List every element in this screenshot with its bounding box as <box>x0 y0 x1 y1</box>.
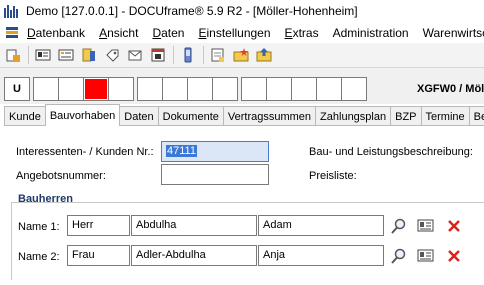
folder-arrow-icon[interactable] <box>255 46 273 64</box>
angebot-label: Angebotsnummer: <box>16 170 106 182</box>
status-slot[interactable] <box>212 77 238 101</box>
note-icon[interactable] <box>209 46 227 64</box>
status-slots: U <box>4 77 367 101</box>
new-doc-icon[interactable] <box>4 46 22 64</box>
status-slot[interactable] <box>33 77 59 101</box>
status-slot[interactable] <box>137 77 163 101</box>
toolbar-separator <box>28 46 29 64</box>
name2-nachname-field[interactable]: Adler-Abdulha <box>131 245 257 266</box>
name2-anrede-field[interactable]: Frau <box>67 245 130 266</box>
name1-vorname-field[interactable]: Adam <box>258 215 384 236</box>
name1-anrede-field[interactable]: Herr <box>67 215 130 236</box>
name1-label: Name 1: <box>18 221 60 233</box>
menu-einstellungen-label: instellungen <box>206 25 271 40</box>
interessenten-value: 47111 <box>166 145 197 157</box>
tab-beteiligte[interactable]: Bete <box>468 106 484 126</box>
status-slot[interactable] <box>187 77 213 101</box>
card-icon[interactable] <box>34 46 52 64</box>
menu-warenwirtschaft[interactable]: Warenwirtsc <box>423 26 484 40</box>
toolbar-separator <box>173 46 174 64</box>
menu-administration[interactable]: Administration <box>333 26 409 40</box>
menu-extras[interactable]: Extras <box>285 26 319 40</box>
name1-nachname-field[interactable]: Abdulha <box>131 215 257 236</box>
folder-star-icon[interactable] <box>232 46 250 64</box>
window-title: Demo [127.0.0.1] - DOCUframe® 5.9 R2 - [… <box>26 4 358 18</box>
bauherren-group <box>11 202 484 280</box>
tab-bzp[interactable]: BZP <box>390 106 422 126</box>
status-slot[interactable] <box>291 77 317 101</box>
menu-ansicht[interactable]: Ansicht <box>99 26 138 40</box>
address-card-icon[interactable] <box>416 246 436 266</box>
status-row: U XGFW0 / Möll <box>0 68 484 104</box>
alert-indicator <box>85 79 107 99</box>
name2-label: Name 2: <box>18 251 60 263</box>
tab-zahlungsplan[interactable]: Zahlungsplan <box>315 106 392 126</box>
delete-icon[interactable] <box>444 246 464 266</box>
status-slot[interactable] <box>58 77 84 101</box>
phone-icon[interactable] <box>179 46 197 64</box>
toolbar <box>0 43 484 68</box>
tab-kunde[interactable]: Kunde <box>4 106 46 126</box>
status-slot[interactable] <box>316 77 342 101</box>
menu-daten-label: aten <box>161 25 185 40</box>
menu-administration-label: Administration <box>332 25 409 40</box>
menu-bar: Datenbank Ansicht Daten Einstellungen Ex… <box>0 22 484 43</box>
menu-einstellungen[interactable]: Einstellungen <box>198 26 270 40</box>
name2-vorname-field[interactable]: Anja <box>258 245 384 266</box>
tab-daten[interactable]: Daten <box>119 106 159 126</box>
menu-ansicht-label: nsicht <box>107 25 139 40</box>
system-menu-icon[interactable] <box>5 26 21 40</box>
status-slot-alert[interactable] <box>83 77 109 101</box>
menu-extras-label: xtras <box>292 25 319 40</box>
mail-icon[interactable] <box>126 46 144 64</box>
interessenten-label: Interessenten- / Kunden Nr.: <box>16 146 154 158</box>
menu-warenwirtschaft-label: Warenwirtsc <box>422 25 484 40</box>
folder-icon[interactable] <box>80 46 98 64</box>
status-slot[interactable] <box>108 77 134 101</box>
toolbar-separator <box>203 46 204 64</box>
list-icon[interactable] <box>57 46 75 64</box>
menu-datenbank-label: atenbank <box>35 25 86 40</box>
calendar-icon[interactable] <box>149 46 167 64</box>
tab-bauvorhaben[interactable]: Bauvorhaben <box>44 104 121 126</box>
search-icon[interactable] <box>389 246 409 266</box>
search-icon[interactable] <box>389 216 409 236</box>
app-logo-icon <box>4 4 20 18</box>
address-card-icon[interactable] <box>416 216 436 236</box>
status-slot[interactable] <box>341 77 367 101</box>
tab-bar: Kunde Bauvorhaben Daten Dokumente Vertra… <box>4 104 484 126</box>
tab-dokumente[interactable]: Dokumente <box>157 106 224 126</box>
record-code: XGFW0 / Möll <box>417 83 484 95</box>
status-slot[interactable] <box>162 77 188 101</box>
status-slot[interactable] <box>266 77 292 101</box>
tab-termine[interactable]: Termine <box>420 106 470 126</box>
interessenten-field[interactable]: 47111 <box>161 141 269 162</box>
status-slot-u-label: U <box>13 83 21 95</box>
title-bar: Demo [127.0.0.1] - DOCUframe® 5.9 R2 - [… <box>0 0 484 22</box>
menu-datenbank[interactable]: Datenbank <box>27 26 85 40</box>
bau-leistung-label: Bau- und Leistungsbeschreibung: <box>309 146 473 158</box>
tab-vertragssummen[interactable]: Vertragssummen <box>222 106 317 126</box>
status-slot[interactable] <box>241 77 267 101</box>
status-slot-u[interactable]: U <box>4 77 30 101</box>
preisliste-label: Preisliste: <box>309 170 357 182</box>
delete-icon[interactable] <box>444 216 464 236</box>
tag-icon[interactable] <box>103 46 121 64</box>
menu-daten[interactable]: Daten <box>152 26 184 40</box>
angebot-field[interactable] <box>161 164 269 185</box>
bauherren-title: Bauherren <box>18 193 74 205</box>
